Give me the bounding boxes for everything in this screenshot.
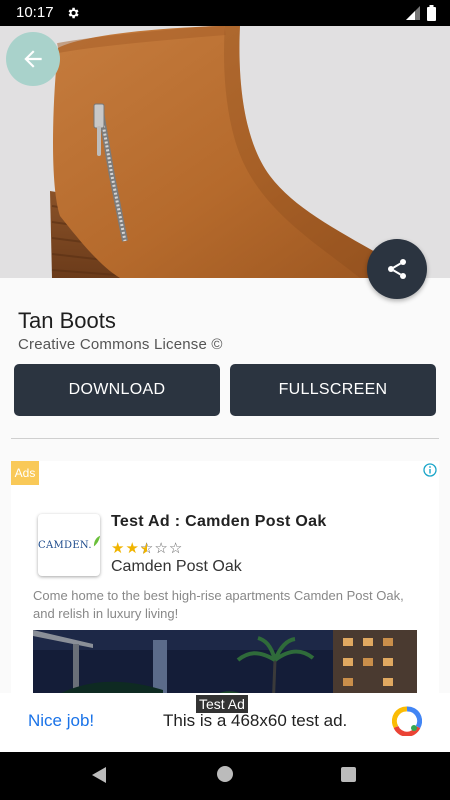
navigation-bar [0,752,450,800]
leaf-icon [93,535,100,547]
battery-icon [427,5,436,21]
license-text: Creative Commons License © [18,336,223,353]
advertiser-logo[interactable]: CAMDEN. [38,514,100,576]
ad-image[interactable] [33,630,417,701]
ad-body: Come home to the best high-rise apartmen… [33,588,404,621]
gear-icon [68,7,79,19]
ad-info-icon[interactable] [423,463,437,477]
nav-recents-icon[interactable] [341,767,356,782]
fullscreen-button[interactable]: FULLSCREEN [230,364,436,416]
star-empty-icon: ☆ [154,540,169,557]
download-button[interactable]: DOWNLOAD [14,364,220,416]
test-ad-label: Test Ad [196,695,248,713]
back-button[interactable] [6,32,60,86]
signal-icon [406,6,420,20]
nav-back-icon[interactable] [90,766,108,784]
status-bar: 10:17 [0,0,450,26]
boot-illustration [0,26,450,278]
native-ad-card[interactable]: Ads CAMDEN. Test Ad : Camden Post Oak ★★… [11,461,439,701]
ad-rating-stars: ★★☆★☆☆ [111,539,184,558]
wallpaper-image[interactable] [0,26,450,278]
banner-text: This is a 468x60 test ad. [163,711,348,730]
nav-home-icon[interactable] [217,766,233,782]
share-icon [388,259,406,279]
share-button[interactable] [367,239,427,299]
advertiser-logo-text: CAMDEN. [38,539,92,551]
ads-badge: Ads [11,461,39,485]
star-filled-icon: ★ [125,540,140,557]
night-building-illustration [33,630,417,701]
ad-advertiser: Camden Post Oak [111,558,242,575]
ad-logo-icon [392,706,422,736]
banner-nice-job: Nice job! [28,711,95,730]
back-arrow-icon [24,50,42,68]
star-filled-icon: ★ [111,540,126,557]
ad-headline[interactable]: Test Ad : Camden Post Oak [111,513,327,531]
star-half-icon: ☆★ [139,540,155,558]
wallpaper-title: Tan Boots [18,308,116,333]
status-time: 10:17 [16,4,54,21]
divider [11,438,439,439]
star-empty-icon: ☆ [168,540,184,557]
